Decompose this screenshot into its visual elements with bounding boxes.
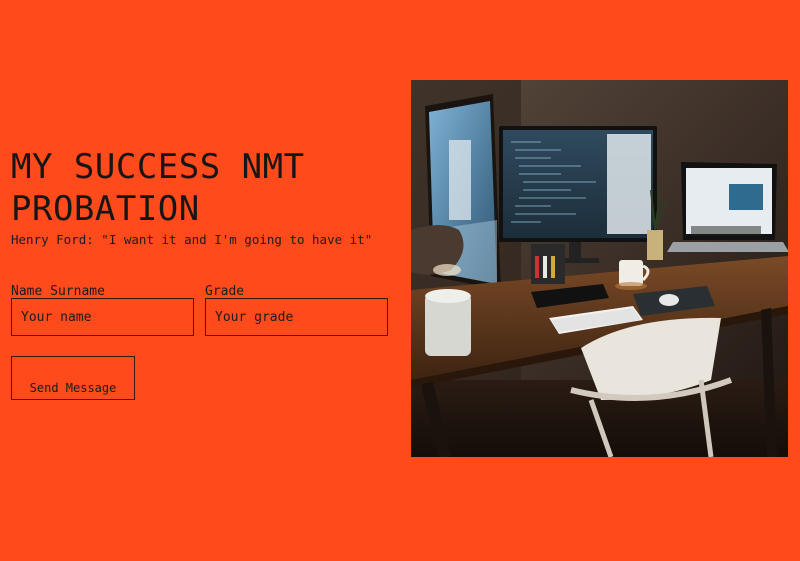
name-field-group: Name Surname: [11, 284, 194, 336]
desk-workspace-photo: [411, 80, 788, 457]
workspace-illustration: [411, 80, 788, 457]
grade-field-group: Grade: [205, 284, 388, 336]
send-message-button[interactable]: Send Message: [11, 356, 135, 400]
page: MY SUCCESS NMT PROBATION Henry Ford: "I …: [0, 0, 800, 561]
name-label: Name Surname: [11, 284, 105, 299]
name-input[interactable]: [11, 298, 194, 336]
page-title: MY SUCCESS NMT PROBATION: [11, 147, 305, 229]
hero-quote: Henry Ford: "I want it and I'm going to …: [11, 232, 373, 247]
grade-label: Grade: [205, 284, 245, 299]
hero-section: MY SUCCESS NMT PROBATION Henry Ford: "I …: [11, 146, 401, 400]
grade-input[interactable]: [205, 298, 388, 336]
